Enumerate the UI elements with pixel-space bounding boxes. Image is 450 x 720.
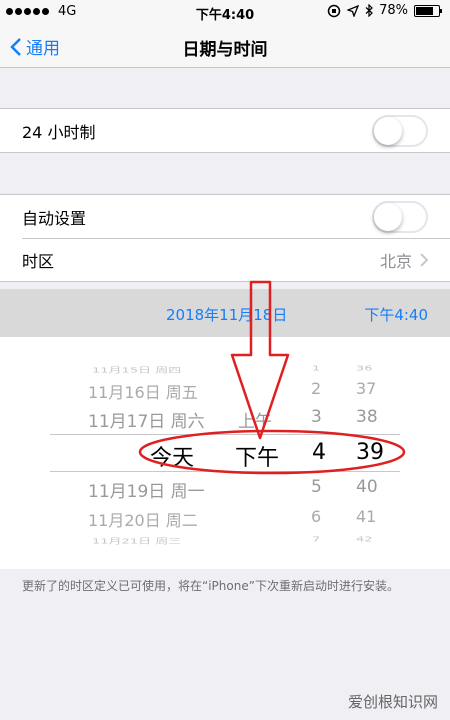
minute-wheel-item: 36 — [356, 364, 373, 373]
bluetooth-icon — [365, 4, 373, 17]
date-wheel-item: 11月17日 周六 — [88, 412, 205, 432]
hour-wheel-item: 5 — [311, 477, 322, 497]
ampm-wheel-item: 上午 — [238, 412, 272, 432]
date-wheel-item: 11月21日 周三 — [92, 537, 182, 546]
picker-top-line — [50, 434, 400, 435]
chevron-right-icon — [420, 253, 428, 267]
row-24-hour-label: 24 小时制 — [22, 122, 96, 142]
hour-wheel-item: 2 — [311, 379, 322, 398]
selected-date[interactable]: 2018年11月18日 — [166, 304, 287, 325]
minute-wheel-selected: 39 — [356, 440, 384, 465]
minute-wheel-item: 42 — [356, 535, 373, 544]
row-24-hour: 24 小时制 — [0, 109, 450, 152]
section-24h: 24 小时制 — [0, 108, 450, 153]
date-wheel-item: 11月16日 周五 — [88, 383, 198, 402]
hour-wheel-item: 7 — [312, 535, 321, 544]
selected-time[interactable]: 下午4:40 — [364, 304, 428, 325]
battery-percent: 78% — [379, 3, 408, 18]
time-zone-value: 北京 — [380, 248, 428, 272]
rotation-lock-icon — [327, 4, 341, 17]
toggle-auto-set[interactable] — [372, 201, 428, 233]
selected-datetime-band: 2018年11月18日 下午4:40 — [0, 289, 450, 337]
row-time-zone[interactable]: 时区 北京 — [22, 238, 450, 281]
minute-wheel-item: 38 — [356, 407, 378, 427]
hour-wheel-item: 3 — [311, 407, 322, 427]
time-zone-city: 北京 — [379, 252, 412, 271]
row-auto-set-label: 自动设置 — [22, 208, 87, 228]
picker-bottom-line — [50, 471, 400, 472]
battery-level — [416, 6, 434, 15]
toggle-knob — [374, 117, 402, 145]
date-wheel-selected: 今天 — [150, 446, 195, 471]
hour-wheel-item: 6 — [311, 507, 322, 526]
toggle-knob — [374, 203, 402, 231]
minute-wheel-item: 40 — [356, 477, 378, 497]
date-time-picker[interactable]: 11月15日 周四 11月16日 周五 11月17日 周六 今天 11月19日 … — [0, 337, 450, 569]
location-icon — [347, 4, 360, 17]
minute-wheel-item: 41 — [356, 507, 377, 526]
navigation-bar: 通用 日期与时间 — [0, 24, 450, 68]
minute-wheel-item: 37 — [356, 379, 377, 398]
ampm-wheel-selected: 下午 — [235, 446, 280, 471]
footer-note: 更新了的时区定义已可使用，将在“iPhone”下次重新启动时进行安装。 — [22, 579, 399, 593]
toggle-24-hour[interactable] — [372, 115, 428, 147]
battery-icon — [414, 4, 442, 17]
row-auto-set: 自动设置 — [0, 195, 450, 238]
status-bar: 4G 下午4:40 78% — [0, 0, 450, 24]
section-auto: 自动设置 时区 北京 — [0, 194, 450, 282]
page-title: 日期与时间 — [182, 40, 268, 60]
date-wheel-item: 11月20日 周二 — [88, 511, 198, 530]
date-wheel-item: 11月19日 周一 — [88, 482, 205, 502]
row-time-zone-label: 时区 — [22, 252, 55, 271]
hour-wheel-item: 1 — [312, 364, 321, 373]
hour-wheel-selected: 4 — [312, 440, 326, 465]
date-wheel-item: 11月15日 周四 — [92, 366, 182, 375]
status-right-group: 78% — [327, 3, 442, 18]
watermark: 爱创根知识网 — [347, 693, 438, 711]
